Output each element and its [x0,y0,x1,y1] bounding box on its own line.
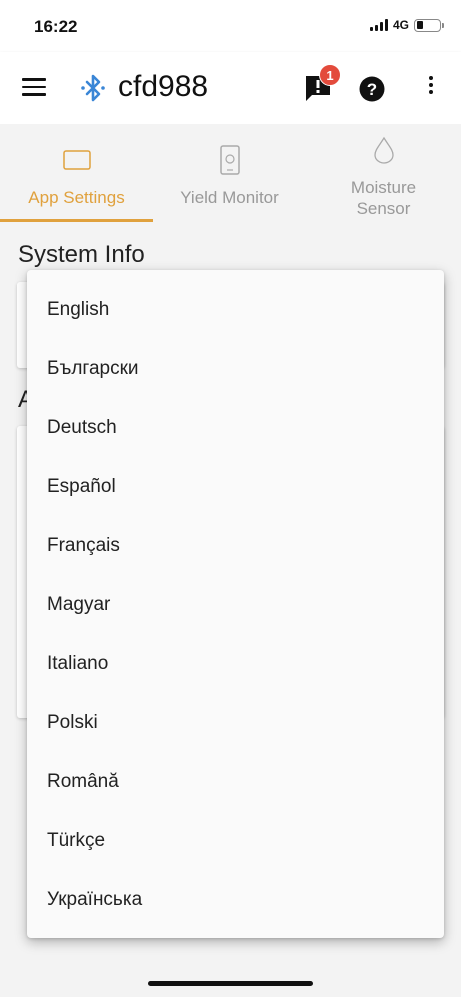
language-option-spanish[interactable]: Español [27,457,444,516]
language-option-german[interactable]: Deutsch [27,398,444,457]
tab-label: Yield Monitor [180,188,279,207]
alert-count-badge: 1 [319,64,341,86]
phone-device-icon [220,145,240,175]
tab-label: Moisture Sensor [350,178,417,218]
more-vertical-icon[interactable] [426,76,436,98]
language-option-french[interactable]: Français [27,516,444,575]
status-indicators: 4G [369,18,444,32]
help-icon[interactable]: ? [359,76,385,102]
language-option-ukrainian[interactable]: Українська [27,870,444,929]
network-type: 4G [392,18,409,32]
tab-label: App Settings [28,188,125,207]
tablet-icon [63,150,91,170]
status-bar: 16:22 4G [0,0,461,52]
language-option-turkish[interactable]: Türkçe [27,811,444,870]
tab-app-settings[interactable]: App Settings [0,124,153,224]
svg-text:?: ? [367,80,377,99]
bluetooth-icon [81,74,105,102]
tab-moisture-sensor[interactable]: Moisture Sensor [307,124,460,224]
language-option-bulgarian[interactable]: Български [27,339,444,398]
language-option-romanian[interactable]: Română [27,752,444,811]
language-option-hungarian[interactable]: Magyar [27,575,444,634]
battery-icon [414,18,444,32]
section-title-system-info: System Info [18,241,145,268]
language-option-english[interactable]: English [27,280,444,339]
tab-bar: App Settings Yield Monitor Moisture Sens… [0,124,461,224]
language-option-polish[interactable]: Polski [27,693,444,752]
droplet-icon [374,136,394,164]
language-dropdown-menu: English Български Deutsch Español França… [27,270,444,938]
active-tab-indicator [0,219,153,222]
app-bar: cfd988 1 ? [0,52,461,124]
home-indicator[interactable] [148,981,313,986]
language-option-italian[interactable]: Italiano [27,634,444,693]
device-name: cfd988 [118,70,209,103]
hamburger-menu-icon[interactable] [22,78,46,96]
signal-icon [369,19,388,31]
tab-yield-monitor[interactable]: Yield Monitor [153,124,306,224]
status-time: 16:22 [34,17,78,36]
